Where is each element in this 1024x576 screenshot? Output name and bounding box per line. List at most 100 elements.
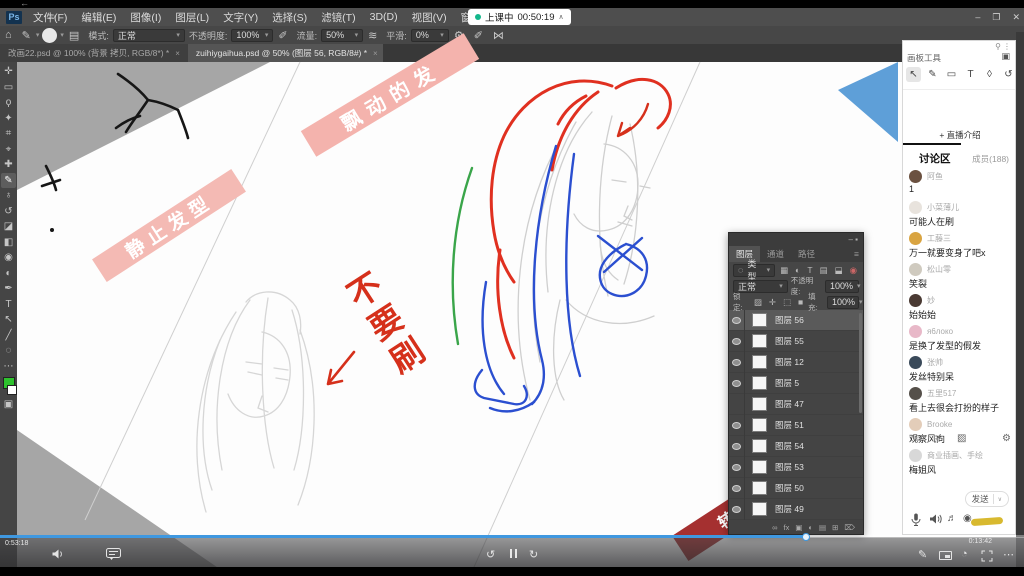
layers-scrollbar[interactable] [859,313,862,413]
brush-preview[interactable] [42,28,57,43]
panel-toggle-icon[interactable]: ▤ [69,29,79,42]
type-tool[interactable]: T [1,297,16,313]
send-button[interactable]: 发送 ∨ [965,491,1009,507]
layer-row[interactable]: 图层 54 [729,436,863,457]
menu-view[interactable]: 视图(V) [405,10,454,25]
tab-close-icon[interactable]: × [175,49,180,58]
pressure-opacity-icon[interactable]: ✐ [278,29,287,42]
layer-style-icon[interactable]: fx [784,523,790,532]
visibility-toggle-icon[interactable] [729,352,745,373]
menu-layer[interactable]: 图层(L) [168,10,216,25]
pause-button[interactable] [508,549,518,561]
discussion-tab[interactable]: 讨论区 [919,151,951,166]
canvas[interactable] [17,62,1024,576]
path-select-tool[interactable]: ↖ [1,312,16,328]
fill-input[interactable]: 100% ▾ [827,296,859,309]
flow-input[interactable]: 50% ▾ [321,29,363,42]
emoji-icon[interactable]: ☺ [913,433,923,444]
marquee-tool[interactable]: ▭ [1,80,16,96]
layer-row[interactable]: 图层 56 [729,310,863,331]
gradient-tool[interactable]: ◧ [1,235,16,251]
visibility-toggle-icon[interactable] [729,310,745,331]
smoothing-input[interactable]: 0% ▾ [411,29,449,42]
send-caret-icon[interactable]: ∨ [998,496,1002,503]
eraser-tool-icon[interactable]: ◊ [982,67,997,82]
layer-mask-icon[interactable]: ▣ [795,523,802,532]
volume-icon[interactable] [51,548,65,560]
pip-icon[interactable] [939,551,952,563]
speaker-icon[interactable] [929,513,942,525]
layer-opacity-input[interactable]: 100% ▾ [825,280,859,293]
layers-panel-titlebar[interactable]: – ▪ [729,233,863,246]
layer-row[interactable]: 图层 50 [729,478,863,499]
fullscreen-icon[interactable] [981,550,993,562]
progress-track[interactable] [0,535,1024,538]
pin-icon[interactable]: ⚲ [995,42,1001,51]
image-icon[interactable]: ▨ [957,433,966,444]
tab-paths[interactable]: 路径 [791,246,822,262]
text-tool-icon[interactable]: T [963,67,978,82]
music-icon[interactable]: ♬ [947,513,957,524]
new-layer-icon[interactable]: ⊞ [832,523,838,532]
live-intro-tab[interactable]: + 直播介绍 [903,129,1016,141]
microphone-icon[interactable] [911,513,921,526]
close-button[interactable]: ✕ [1012,12,1020,23]
airbrush-icon[interactable]: ≋ [368,29,377,42]
layer-row[interactable]: 图层 51 [729,415,863,436]
menu-edit[interactable]: 编辑(E) [74,10,123,25]
visibility-toggle-icon[interactable] [729,436,745,457]
layer-group-icon[interactable]: ▤ [819,523,826,532]
more-controls-icon[interactable]: ⋯ [1003,548,1014,561]
danmaku-icon[interactable] [106,548,121,560]
crop-tool[interactable]: ⌗ [1,126,16,142]
menu-select[interactable]: 选择(S) [265,10,314,25]
class-status-pill[interactable]: 上课中 00:50:19 ∧ [468,9,571,25]
menu-filter[interactable]: 滤镜(T) [314,10,362,25]
more-icon[interactable]: ⋮ [1003,42,1011,51]
layer-row[interactable]: 图层 53 [729,457,863,478]
healing-brush-tool[interactable]: ✚ [1,157,16,173]
screenshot-icon[interactable]: ✂ [935,433,943,444]
filter-adjustment-icon[interactable]: ◐ [795,265,800,275]
menu-image[interactable]: 图像(I) [123,10,168,25]
document-tab-2[interactable]: zuihiygaihua.psd @ 50% (图层 56, RGB/8#) *… [188,44,383,62]
menu-type[interactable]: 文字(Y) [216,10,265,25]
magic-wand-tool[interactable]: ✦ [1,111,16,127]
tab-close-icon[interactable]: × [373,49,378,58]
visibility-toggle-icon[interactable] [729,373,745,394]
layer-row[interactable]: 图层 5 [729,373,863,394]
home-icon[interactable]: ⌂ [5,29,12,41]
zoom-tool[interactable]: ◌ [1,343,16,359]
dodge-tool[interactable]: ◐ [1,266,16,282]
menu-3d[interactable]: 3D(D) [363,11,405,23]
lock-artboard-icon[interactable]: ⬚ [783,297,791,308]
layer-row[interactable]: 图层 12 [729,352,863,373]
layer-row[interactable]: 图层 49 [729,499,863,520]
eraser-tool[interactable]: ◪ [1,219,16,235]
lock-position-icon[interactable]: ✛ [769,297,776,308]
members-count[interactable]: 成员(188) [972,153,1009,165]
line-tool[interactable]: ╱ [1,328,16,344]
eyedropper-tool[interactable]: ⌖ [1,142,16,158]
filter-pixel-icon[interactable]: ▦ [780,265,788,276]
move-tool[interactable]: ✛ [1,64,16,80]
panel-collapse-icons[interactable]: – ▪ [848,235,858,244]
back-arrow-icon[interactable]: ← [20,0,29,8]
rectangle-tool-icon[interactable]: ▭ [944,67,959,82]
brush-preset-icon[interactable]: ✎ [22,29,31,42]
adjustment-layer-icon[interactable]: ◐ [808,523,813,532]
undo-icon[interactable]: ↺ [1001,67,1016,82]
brush-tool[interactable]: ✎ [1,173,16,189]
blur-tool[interactable]: ◉ [1,250,16,266]
restore-button[interactable]: ❐ [992,12,1000,23]
more-tools[interactable]: ⋯ [1,359,16,375]
progress-playhead[interactable] [802,533,810,541]
tab-channels[interactable]: 通道 [760,246,791,262]
filter-type-select[interactable]: ◌ 类型 ▾ [733,264,775,277]
quick-mask-icon[interactable]: ▣ [1,397,16,413]
background-color-swatch[interactable] [7,385,17,395]
save-board-icon[interactable]: ▣ [1001,51,1010,62]
filter-shape-icon[interactable]: ▤ [820,265,828,276]
pointer-tool-icon[interactable]: ↖ [906,67,921,82]
replay-10-icon[interactable]: ↺ [486,548,495,561]
